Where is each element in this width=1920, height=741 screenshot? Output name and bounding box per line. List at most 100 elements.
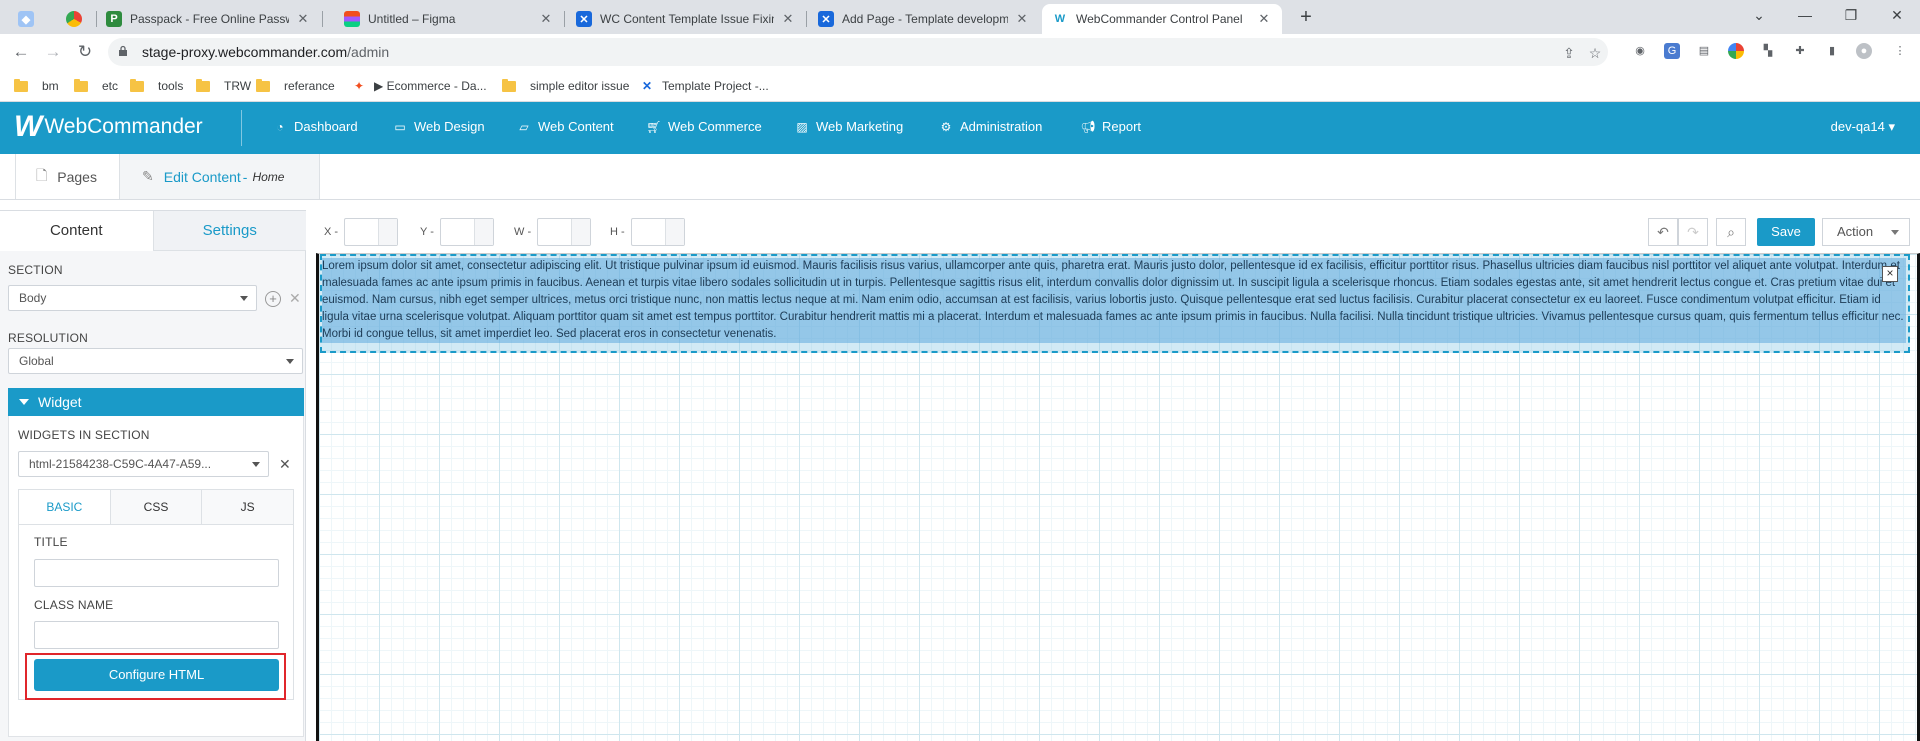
undo-icon[interactable]: ↶ [1648,218,1678,246]
h-input[interactable] [630,218,685,246]
bookmark-ecommerce[interactable]: ✦ ▶ Ecommerce - Da... [352,76,487,96]
resolution-select[interactable]: Global [8,348,303,374]
share-icon[interactable]: ⇪ [1560,44,1578,62]
y-input[interactable] [439,218,494,246]
bookmark-trw[interactable]: TRW [196,76,251,96]
close-tab-icon[interactable]: ✕ [780,11,796,27]
bookmark-bm[interactable]: bm [14,76,59,96]
browser-tab-passpack[interactable]: P Passpack - Free Online Password ✕ [96,4,321,34]
chevron-down-icon: ▾ [1888,119,1895,134]
bookmark-etc[interactable]: etc [74,76,118,96]
caret-down-icon [19,399,29,405]
action-dropdown[interactable]: Action [1822,218,1910,246]
save-button[interactable]: Save [1757,218,1815,246]
w-input[interactable] [537,218,592,246]
title-input[interactable] [34,559,279,587]
omnibox[interactable]: stage-proxy.webcommander.com/admin ⇪ ☆ [108,38,1608,66]
section-label: SECTION [8,263,63,277]
tab-basic[interactable]: BASIC [19,490,110,524]
menu-report[interactable]: 📢︎ Report [1080,119,1141,134]
close-tab-icon[interactable]: ✕ [538,11,554,27]
tab-content[interactable]: Content [0,211,153,251]
extension-icon[interactable]: ◉ [1632,43,1648,59]
browser-tab-wc-content[interactable]: ✕ WC Content Template Issue Fixin ✕ [566,4,806,34]
browser-tab-pinned-1[interactable]: ◆ [8,4,56,34]
close-tab-icon[interactable]: ✕ [1256,11,1272,27]
close-widget-icon[interactable]: × [1882,266,1898,282]
menu-administration[interactable]: ⚙︎ Administration [938,119,1043,134]
widget-select[interactable]: html-21584238-C59C-4A47-A59... [18,451,269,477]
menu-label: Report [1102,119,1142,134]
menu-web-content[interactable]: ▱ Web Content [516,119,613,134]
close-tab-icon[interactable]: ✕ [295,11,311,27]
x-label: X - [324,226,339,238]
html-widget[interactable]: Lorem ipsum dolor sit amet, consectetur … [320,254,1910,353]
breadcrumb-edit-label: Edit Content [163,168,241,185]
configure-html-button[interactable]: Configure HTML [34,659,279,691]
browser-tab-webcommander[interactable]: W WebCommander Control Panel ✕ [1042,4,1282,34]
restore-icon[interactable]: ❐ [1828,2,1874,28]
kebab-menu-icon[interactable]: ⋮ [1892,43,1908,59]
tab-manager-icon[interactable]: ▚ [1760,43,1776,59]
class-name-input[interactable] [34,621,279,649]
translate-icon[interactable]: G [1664,43,1680,59]
browser-tab-add-page[interactable]: ✕ Add Page - Template developme ✕ [808,4,1040,34]
y-field: Y - [420,218,494,246]
add-section-icon[interactable]: + [265,291,281,307]
resolution-value: Global [19,354,54,368]
folder-icon [74,78,88,92]
redo-icon[interactable]: ↷ [1678,218,1708,246]
page-icon: 🗋︎ [36,166,48,183]
dashboard-icon: ◔ [276,119,284,134]
close-tab-icon[interactable]: ✕ [1014,11,1030,27]
bookmark-simple-editor-issue[interactable]: simple editor issue [502,76,629,96]
w-field: W - [514,218,592,246]
confluence-icon: ✕ [641,79,653,93]
bookmark-template-project[interactable]: ✕ Template Project -... [640,76,769,96]
tab-js[interactable]: JS [201,490,294,524]
tab-separator [564,11,565,27]
folder-icon [130,78,144,92]
app-header: W WebCommander ◔ Dashboard ▭ Web Design ▱ W… [0,102,1920,154]
confluence-icon: ✕ [818,11,834,27]
side-panel-icon[interactable]: ▮ [1824,43,1840,59]
tab-separator [806,11,807,27]
browser-tab-figma[interactable]: Untitled – Figma ✕ [334,4,564,34]
menu-web-commerce[interactable]: 🛒︎ Web Commerce [646,119,761,134]
figma-icon [344,11,360,27]
browser-tab-pinned-2[interactable] [56,4,96,34]
menu-dashboard[interactable]: ◔ Dashboard [272,119,357,134]
bookmark-referance[interactable]: referance [256,76,335,96]
section-select[interactable]: Body [8,285,257,311]
folder-icon [502,78,516,92]
close-window-icon[interactable]: ✕ [1874,2,1920,28]
clipboard-icon[interactable]: ▤ [1696,43,1712,59]
tab-css[interactable]: CSS [109,490,202,524]
remove-section-icon[interactable]: ✕ [289,290,301,307]
tab-settings[interactable]: Settings [152,211,306,251]
folder-icon [256,78,270,92]
menu-web-marketing[interactable]: ▨ Web Marketing [794,119,903,134]
webcommander-logo[interactable]: W WebCommander [14,112,203,142]
bookmark-tools[interactable]: tools [130,76,183,96]
minimize-icon[interactable]: — [1782,2,1828,28]
menu-web-design[interactable]: ▭ Web Design [392,119,484,134]
new-tab-button[interactable]: + [1294,6,1318,30]
breadcrumb-edit-content[interactable]: ✎ Edit Content - Home [120,154,320,199]
tab-search-icon[interactable]: ⌄ [1736,2,1782,28]
user-menu[interactable]: dev-qa14 ▾ [1831,119,1895,135]
widget-accordion-header[interactable]: Widget [8,388,304,416]
reload-icon[interactable]: ↻ [74,41,96,63]
forward-icon[interactable]: → [42,41,64,63]
bookmark-star-icon[interactable]: ☆ [1586,44,1604,62]
remove-widget-icon[interactable]: ✕ [279,456,291,473]
x-input[interactable] [344,218,399,246]
zoom-icon[interactable]: ⌕ [1716,218,1746,246]
bookmarks-bar: bm etc tools TRW referance ✦ ▶ Ecommerce … [0,70,1920,102]
back-icon[interactable]: ← [10,41,32,63]
color-picker-icon[interactable] [1728,43,1744,59]
puzzle-icon[interactable]: ✚ [1792,43,1808,59]
caret-down-icon [240,296,248,301]
breadcrumb-pages[interactable]: 🗋︎ Pages [15,154,120,199]
profile-avatar-icon[interactable]: ● [1856,43,1872,59]
